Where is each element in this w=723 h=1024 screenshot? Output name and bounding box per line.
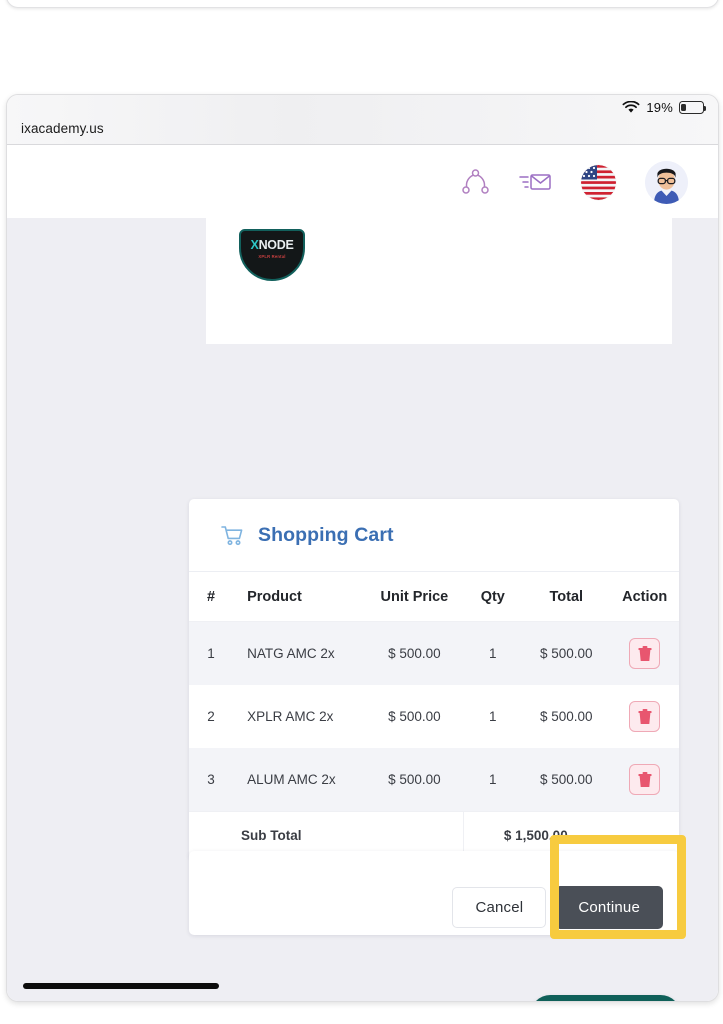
row-unit-price: $ 500.00 — [365, 621, 464, 685]
site-header — [7, 145, 718, 218]
table-row: 1 NATG AMC 2x $ 500.00 1 $ 500.00 — [189, 621, 679, 685]
address-bar-url[interactable]: ixacademy.us — [21, 121, 104, 136]
user-avatar-icon[interactable] — [645, 161, 688, 204]
previous-screenshot-card — [6, 0, 719, 8]
continue-button[interactable]: Continue — [555, 886, 663, 929]
wifi-icon — [622, 101, 640, 113]
logo-x-letter: X — [250, 238, 259, 252]
table-header-row: # Product Unit Price Qty Total Action — [189, 572, 679, 622]
trash-icon — [638, 708, 652, 724]
cart-title: Shopping Cart — [258, 524, 394, 546]
share-network-icon[interactable] — [461, 168, 490, 197]
row-unit-price: $ 500.00 — [365, 748, 464, 812]
tablet-device-frame: ixacademy.us 19% XNODE XPLR Rental Shopp… — [6, 94, 719, 1002]
row-product: ALUM AMC 2x — [233, 748, 366, 812]
row-index: 3 — [189, 748, 234, 812]
battery-percentage: 19% — [646, 100, 673, 115]
column-header-qty: Qty — [463, 572, 523, 622]
row-index: 1 — [189, 621, 234, 685]
row-total: $ 500.00 — [522, 685, 611, 748]
row-qty: 1 — [463, 748, 523, 812]
row-action-cell — [610, 621, 679, 685]
trash-icon — [638, 771, 652, 787]
column-header-product: Product — [233, 572, 366, 622]
page-content-area: XNODE XPLR Rental Shopping Cart # Produc… — [7, 218, 718, 1001]
cart-table: # Product Unit Price Qty Total Action 1 … — [189, 572, 679, 859]
row-product: XPLR AMC 2x — [233, 685, 366, 748]
delete-row-button[interactable] — [629, 701, 661, 732]
contact-us-button[interactable]: Contact Us — [530, 995, 682, 1001]
xnode-logo: XNODE XPLR Rental — [239, 229, 305, 281]
browser-status-bar: ixacademy.us 19% — [7, 95, 718, 145]
language-flag-icon[interactable] — [581, 165, 616, 200]
column-header-total: Total — [522, 572, 611, 622]
row-qty: 1 — [463, 685, 523, 748]
shopping-cart-card: Shopping Cart # Product Unit Price Qty T… — [189, 499, 679, 859]
brand-logo-panel: XNODE XPLR Rental — [206, 218, 672, 344]
row-total: $ 500.00 — [522, 748, 611, 812]
shopping-cart-icon — [221, 526, 243, 546]
trash-icon — [638, 645, 652, 661]
row-action-cell — [610, 748, 679, 812]
column-header-unit-price: Unit Price — [365, 572, 464, 622]
row-qty: 1 — [463, 621, 523, 685]
table-row: 2 XPLR AMC 2x $ 500.00 1 $ 500.00 — [189, 685, 679, 748]
row-product: NATG AMC 2x — [233, 621, 366, 685]
home-indicator — [23, 983, 219, 989]
action-button-group: Cancel Continue — [452, 886, 663, 929]
cancel-button[interactable]: Cancel — [452, 887, 547, 928]
row-action-cell — [610, 685, 679, 748]
header-icon-group — [461, 161, 688, 204]
mail-icon[interactable] — [519, 170, 552, 195]
table-row: 3 ALUM AMC 2x $ 500.00 1 $ 500.00 — [189, 748, 679, 812]
cart-header: Shopping Cart — [189, 499, 679, 572]
row-index: 2 — [189, 685, 234, 748]
web-page: XNODE XPLR Rental Shopping Cart # Produc… — [7, 145, 718, 1001]
row-unit-price: $ 500.00 — [365, 685, 464, 748]
column-header-index: # — [189, 572, 234, 622]
column-header-action: Action — [610, 572, 679, 622]
status-indicators: 19% — [622, 100, 707, 115]
logo-subtitle: XPLR Rental — [258, 253, 286, 259]
battery-icon — [679, 101, 707, 114]
delete-row-button[interactable] — [629, 764, 661, 795]
delete-row-button[interactable] — [629, 638, 661, 669]
row-total: $ 500.00 — [522, 621, 611, 685]
cart-action-panel: Cancel Continue — [189, 851, 679, 935]
logo-node-text: NODE — [258, 238, 294, 252]
